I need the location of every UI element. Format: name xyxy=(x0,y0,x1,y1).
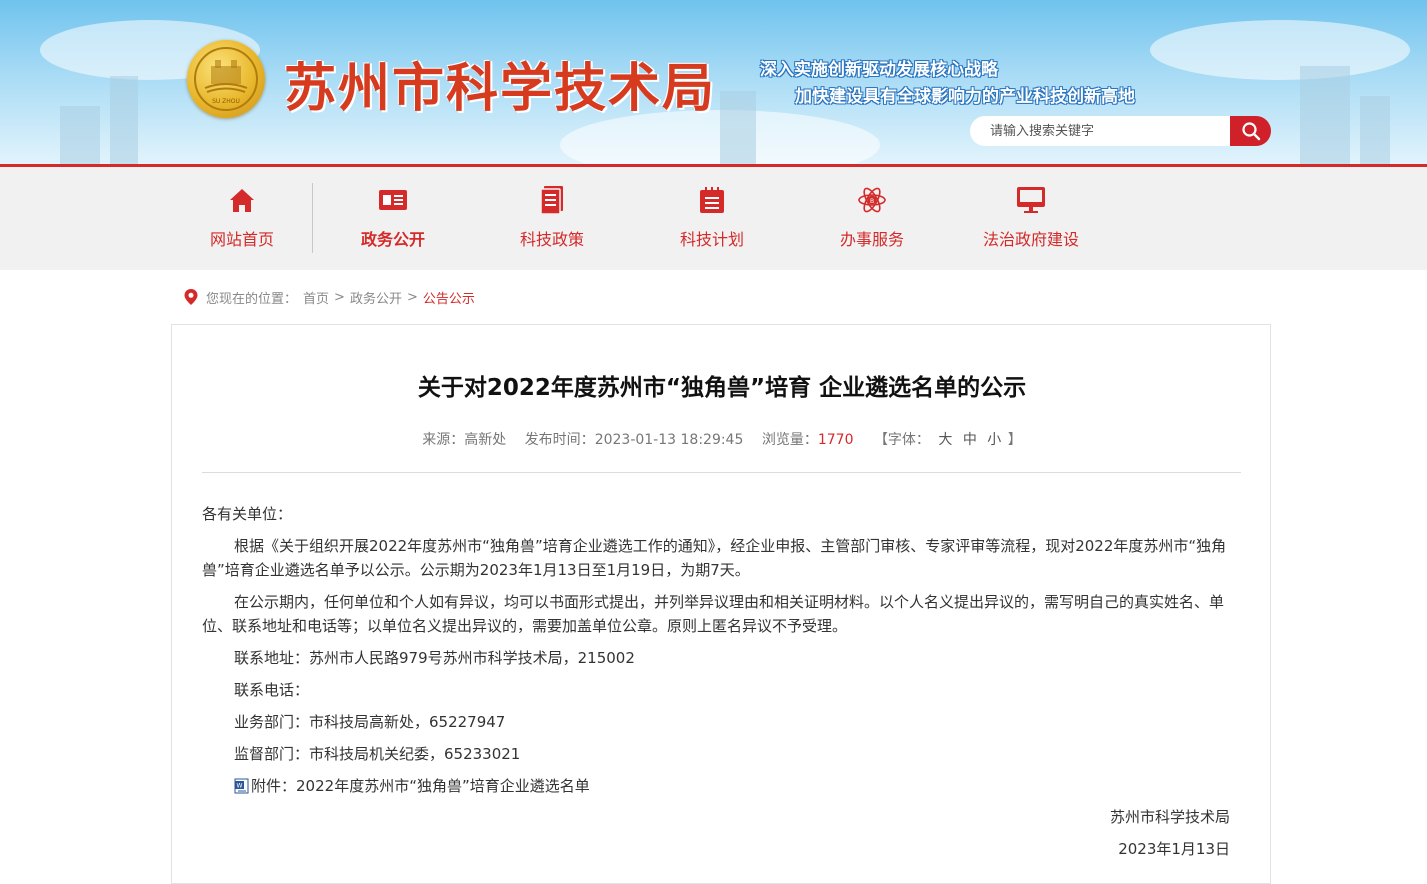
breadcrumb-separator: > xyxy=(406,289,418,305)
nav-divider xyxy=(312,183,313,253)
attachment-line: W 附件： 2022年度苏州市“独角兽”培育企业遴选名单 xyxy=(202,774,1232,798)
article-meta: 来源：高新处 发布时间：2023-01-13 18:29:45 浏览量：1770… xyxy=(172,429,1272,449)
salutation: 各有关单位： xyxy=(202,505,293,523)
nav-item-rule-of-law[interactable]: 法治政府建设 xyxy=(956,167,1106,270)
slogan-line-1: 深入实施创新驱动发展核心战略 xyxy=(760,60,998,80)
svg-text:W: W xyxy=(237,783,243,790)
home-icon xyxy=(230,189,254,212)
breadcrumb-current[interactable]: 公告公示 xyxy=(423,288,475,307)
paragraph-2: 在公示期内，任何单位和个人如有异议，均可以书面形式提出，并列举异议理由和相关证明… xyxy=(202,593,1225,635)
emblem-graphic: SU ZHOU xyxy=(204,60,248,105)
monitor-icon xyxy=(1017,187,1045,213)
font-size-large[interactable]: 大 xyxy=(938,432,952,448)
svg-text:SU ZHOU: SU ZHOU xyxy=(212,98,240,105)
contact-address: 联系地址：苏州市人民路979号苏州市科学技术局，215002 xyxy=(234,649,635,667)
nav-label: 科技计划 xyxy=(679,230,744,249)
nav-item-plan[interactable]: 科技计划 xyxy=(637,167,787,270)
city-emblem-logo[interactable]: SU ZHOU xyxy=(187,40,265,118)
skyline-building xyxy=(1300,66,1350,166)
article-panel: 关于对2022年度苏州市“独角兽”培育 企业遴选名单的公示 来源：高新处 发布时… xyxy=(171,324,1271,884)
font-size-close: 】 xyxy=(1007,432,1022,448)
article-divider xyxy=(202,472,1241,473)
nav-label: 政务公开 xyxy=(360,230,425,249)
calendar-icon xyxy=(700,187,724,213)
site-title: 苏州市科学技术局 xyxy=(284,58,717,119)
breadcrumb-prefix: 您现在的位置： xyxy=(206,291,298,307)
word-doc-icon: W xyxy=(234,778,249,794)
skyline-building xyxy=(110,76,138,166)
article-body: 各有关单位： 根据《关于组织开展2022年度苏州市“独角兽”培育企业遴选工作的通… xyxy=(202,502,1232,798)
paragraph-1: 根据《关于组织开展2022年度苏州市“独角兽”培育企业遴选工作的通知》，经企业申… xyxy=(202,537,1227,579)
slogan-line-2: 加快建设具有全球影响力的产业科技创新高地 xyxy=(795,87,1135,107)
nav-item-gov-info[interactable]: 政务公开 xyxy=(318,167,468,270)
main-nav: 网站首页 政务公开 科技政策 科技计划 B 办事服务 法治政府建设 xyxy=(0,167,1427,270)
skyline-building xyxy=(1360,96,1390,166)
nav-label: 办事服务 xyxy=(839,230,904,249)
nav-item-service[interactable]: B 办事服务 xyxy=(797,167,947,270)
search-icon xyxy=(1241,122,1260,141)
id-card-icon xyxy=(379,190,407,210)
font-size-label: 【字体： xyxy=(873,432,930,448)
business-dept: 业务部门：市科技局高新处，65227947 xyxy=(234,713,506,731)
meta-source-label: 来源： xyxy=(422,432,465,448)
nav-label: 法治政府建设 xyxy=(982,230,1079,249)
meta-time: 2023-01-13 18:29:45 xyxy=(594,432,744,448)
breadcrumb-separator: > xyxy=(334,289,345,305)
signature-date: 2023年1月13日 xyxy=(1118,840,1230,858)
search-box xyxy=(970,116,1271,146)
meta-time-label: 发布时间： xyxy=(524,432,595,448)
attachment-label: 附件： xyxy=(251,777,297,795)
nav-label: 网站首页 xyxy=(209,230,274,249)
document-icon xyxy=(540,186,563,215)
signature-org: 苏州市科学技术局 xyxy=(1109,808,1230,826)
nav-item-policy[interactable]: 科技政策 xyxy=(477,167,627,270)
header-cloud xyxy=(1150,20,1410,80)
site-header: SU ZHOU 苏州市科学技术局 深入实施创新驱动发展核心战略 加快建设具有全球… xyxy=(0,0,1427,166)
supervise-dept: 监督部门：市科技局机关纪委，65233021 xyxy=(234,745,521,763)
skyline-building xyxy=(720,91,756,166)
breadcrumb-gov-info[interactable]: 政务公开 xyxy=(350,288,402,307)
meta-views-label: 浏览量： xyxy=(761,432,818,448)
nav-item-home[interactable]: 网站首页 xyxy=(167,167,317,270)
search-input[interactable] xyxy=(970,116,1232,146)
search-button[interactable] xyxy=(1230,116,1271,146)
meta-views: 1770 xyxy=(817,432,854,448)
meta-source: 高新处 xyxy=(464,432,507,448)
font-size-small[interactable]: 小 xyxy=(987,432,1001,448)
location-pin-icon xyxy=(184,289,198,305)
nav-label: 科技政策 xyxy=(519,230,584,249)
contact-phone: 联系电话： xyxy=(234,681,310,699)
font-size-medium[interactable]: 中 xyxy=(963,432,977,448)
breadcrumb: 您现在的位置： 首页 > 政务公开 > 公告公示 xyxy=(184,288,475,307)
breadcrumb-home[interactable]: 首页 xyxy=(303,288,329,307)
atom-icon: B xyxy=(858,187,886,213)
attachment-link[interactable]: 2022年度苏州市“独角兽”培育企业遴选名单 xyxy=(296,774,590,798)
article-title: 关于对2022年度苏州市“独角兽”培育 企业遴选名单的公示 xyxy=(417,375,1027,401)
svg-text:B: B xyxy=(870,198,874,205)
skyline-building xyxy=(60,106,100,166)
